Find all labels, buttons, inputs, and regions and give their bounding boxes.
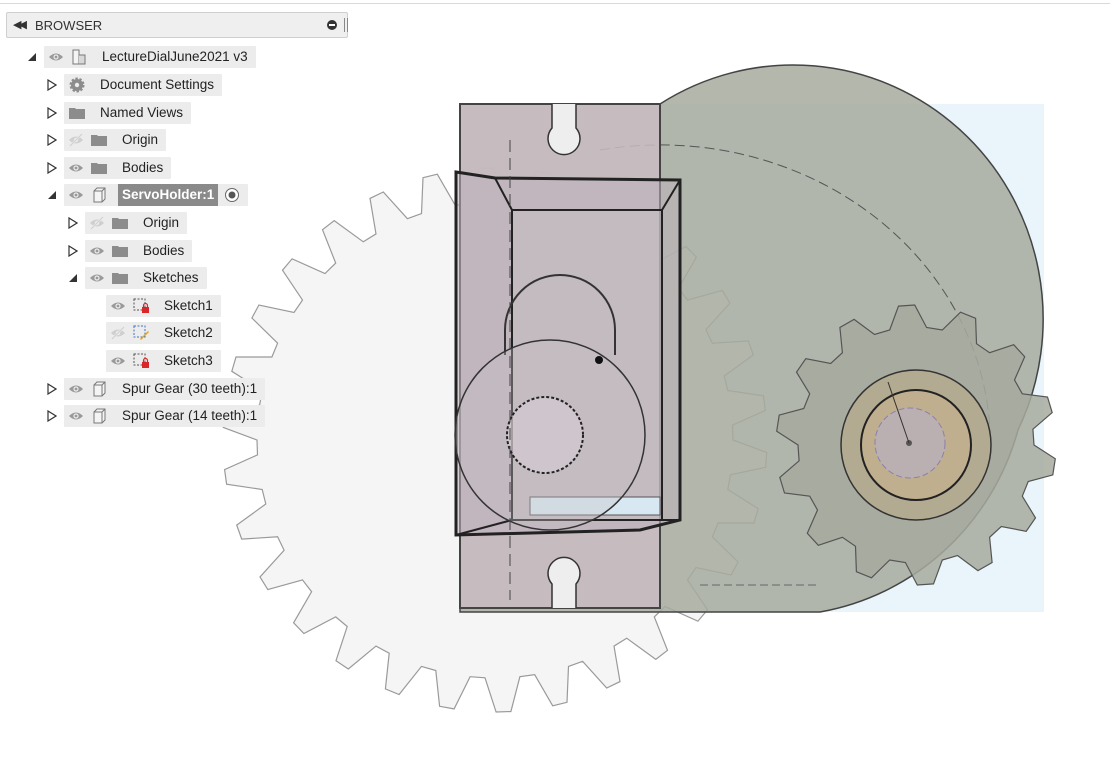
expand-arrow-icon[interactable] (46, 382, 58, 396)
folder-icon (90, 131, 108, 149)
tree-sketches-label: Sketches (143, 270, 199, 285)
eye-icon[interactable] (68, 382, 84, 396)
sketch-point (595, 356, 603, 364)
tree-servoholder-bodies-label: Bodies (143, 243, 185, 258)
collapse-browser-icon[interactable]: ◀◀ (13, 18, 27, 31)
collapse-arrow-icon[interactable] (26, 50, 38, 64)
sketch-locked-icon (132, 297, 150, 315)
eye-icon[interactable] (110, 299, 126, 313)
tree-sketch1-node[interactable]: Sketch1 (106, 295, 221, 317)
eye-icon[interactable] (89, 271, 105, 285)
pin-icon[interactable] (327, 20, 337, 30)
eye-icon[interactable] (89, 244, 105, 258)
component-icon (90, 380, 108, 398)
resize-grip-icon[interactable] (344, 18, 348, 32)
expand-arrow-icon[interactable] (46, 133, 58, 147)
component-icon (90, 186, 108, 204)
component-icon (90, 407, 108, 425)
tree-named-views-label: Named Views (100, 105, 184, 120)
folder-icon (111, 214, 129, 232)
tree-servoholder-node[interactable]: ServoHolder:1 (64, 184, 248, 206)
tree-sketch1-label: Sketch1 (164, 298, 213, 313)
sketch-locked-icon (132, 352, 150, 370)
tree-document-settings-node[interactable]: Document Settings (64, 74, 222, 96)
tree-servoholder-origin-node[interactable]: Origin (85, 212, 187, 234)
sketch-edit-icon (132, 324, 150, 342)
expand-arrow-icon[interactable] (67, 244, 79, 258)
activate-component-radio[interactable] (224, 187, 240, 203)
collapse-arrow-icon[interactable] (46, 188, 58, 202)
eye-icon[interactable] (68, 409, 84, 423)
doc-icon (70, 48, 88, 66)
tree-sketch2-label: Sketch2 (164, 325, 213, 340)
gear-icon (68, 76, 86, 94)
tree-bodies-node[interactable]: Bodies (64, 157, 171, 179)
expand-arrow-icon[interactable] (46, 106, 58, 120)
expand-arrow-icon[interactable] (46, 409, 58, 423)
tree-sketch2-node[interactable]: Sketch2 (106, 322, 221, 344)
folder-icon (90, 159, 108, 177)
tree-sketch3-node[interactable]: Sketch3 (106, 350, 221, 372)
browser-header: ◀◀ BROWSER (6, 12, 348, 38)
servo-spline (506, 396, 584, 474)
eye-icon[interactable] (68, 188, 84, 202)
tree-root-node[interactable]: LectureDialJune2021 v3 (44, 46, 256, 68)
holder-bottom-slot (547, 556, 581, 608)
tree-origin-label: Origin (122, 132, 159, 147)
tree-spur-gear-14-node[interactable]: Spur Gear (14 teeth):1 (64, 405, 265, 427)
tree-sketches-node[interactable]: Sketches (85, 267, 207, 289)
folder-icon (68, 104, 86, 122)
folder-icon (111, 242, 129, 260)
tree-spur-gear-14-label: Spur Gear (14 teeth):1 (122, 408, 258, 423)
tree-root-label: LectureDialJune2021 v3 (102, 49, 248, 64)
tree-named-views-node[interactable]: Named Views (64, 102, 191, 124)
tree-origin-node[interactable]: Origin (64, 129, 166, 151)
tree-spur-gear-30-label: Spur Gear (30 teeth):1 (122, 381, 258, 396)
folder-icon (111, 269, 129, 287)
eye-hidden-icon[interactable] (110, 326, 126, 340)
tree-document-settings-label: Document Settings (100, 77, 215, 92)
eye-hidden-icon[interactable] (68, 133, 84, 147)
tree-servoholder-label: ServoHolder:1 (118, 184, 219, 206)
tree-servoholder-origin-label: Origin (143, 215, 180, 230)
expand-arrow-icon[interactable] (46, 78, 58, 92)
eye-icon[interactable] (110, 354, 126, 368)
tree-bodies-label: Bodies (122, 160, 164, 175)
expand-arrow-icon[interactable] (67, 216, 79, 230)
tree-servoholder-bodies-node[interactable]: Bodies (85, 240, 192, 262)
expand-arrow-icon[interactable] (46, 161, 58, 175)
tree-spur-gear-30-node[interactable]: Spur Gear (30 teeth):1 (64, 378, 265, 400)
eye-hidden-icon[interactable] (89, 216, 105, 230)
eye-icon[interactable] (68, 161, 84, 175)
holder-top-slot (547, 104, 581, 156)
eye-icon[interactable] (48, 50, 64, 64)
tree-sketch3-label: Sketch3 (164, 353, 213, 368)
collapse-arrow-icon[interactable] (67, 271, 79, 285)
browser-title: BROWSER (35, 18, 103, 33)
